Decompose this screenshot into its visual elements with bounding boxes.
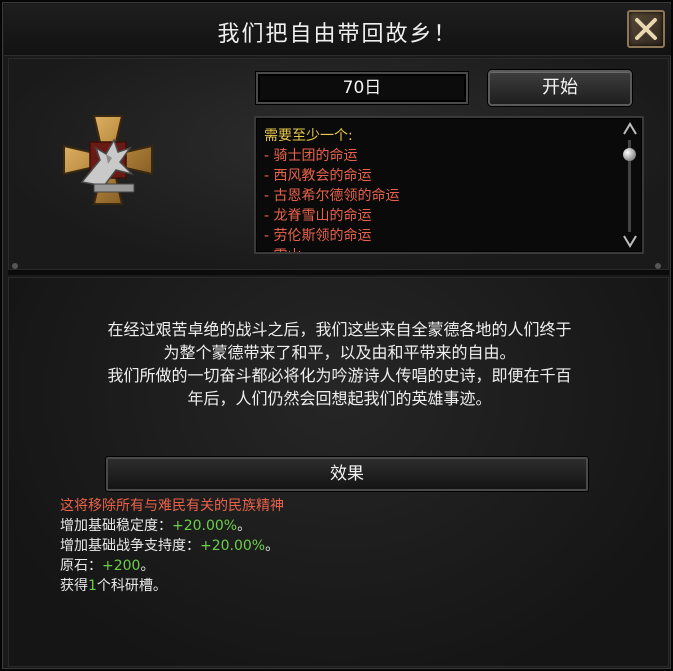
requirements-list: 需要至少一个: - 骑士团的命运 - 西风教会的命运 - 古恩希尔德领的命运 -… bbox=[264, 126, 400, 252]
requirement-item: - 古恩希尔德领的命运 bbox=[264, 188, 400, 204]
requirements-heading: 需要至少一个: bbox=[264, 128, 353, 144]
requirement-item: - 龙脊雪山的命运 bbox=[264, 208, 372, 224]
rivet-right bbox=[655, 263, 661, 269]
description-line: 在经过艰苦卓绝的战斗之后，我们这些来自全蒙德各地的人们终于 bbox=[107, 320, 572, 339]
requirement-item: - 骑士团的命运 bbox=[264, 148, 358, 164]
effect-end-mark: 。 bbox=[265, 538, 280, 554]
close-icon bbox=[635, 18, 657, 40]
effect-value: +20.00% bbox=[172, 518, 238, 534]
scrollbar-thumb[interactable] bbox=[623, 148, 636, 161]
effect-label: 获得 bbox=[60, 578, 88, 594]
effect-primogem: 原石：+200。 bbox=[60, 556, 284, 576]
focus-description: 在经过艰苦卓绝的战斗之后，我们这些来自全蒙德各地的人们终于 为整个蒙德带来了和平… bbox=[47, 318, 632, 410]
description-line: 我们所做的一切奋斗都必将化为吟游诗人传唱的史诗，即便在千百 bbox=[107, 366, 572, 385]
effect-remove-spirit: 这将移除所有与难民有关的民族精神 bbox=[60, 498, 284, 514]
requirement-item: - 西风教会的命运 bbox=[264, 168, 372, 184]
effect-stability: 增加基础稳定度：+20.00%。 bbox=[60, 516, 284, 536]
panel-divider bbox=[8, 270, 669, 275]
close-button[interactable] bbox=[627, 10, 665, 48]
effect-label: 增加基础战争支持度： bbox=[60, 538, 200, 554]
requirement-item: - 雪山... bbox=[264, 246, 400, 252]
effect-value: +200 bbox=[102, 558, 141, 574]
effect-end-mark: 。 bbox=[140, 558, 155, 574]
effect-label: 个科研槽。 bbox=[96, 578, 167, 594]
start-button[interactable]: 开始 bbox=[488, 70, 632, 106]
eagle-cross-emblem-icon bbox=[60, 112, 156, 208]
effects-list: 这将移除所有与难民有关的民族精神 增加基础稳定度：+20.00%。 增加基础战争… bbox=[60, 496, 284, 596]
scroll-up-arrow-icon[interactable] bbox=[622, 122, 638, 136]
description-line: 为整个蒙德带来了和平，以及由和平带来的自由。 bbox=[163, 343, 516, 362]
effect-research-slot: 获得1个科研槽。 bbox=[60, 576, 284, 596]
duration-display: 70日 bbox=[256, 72, 468, 104]
effect-value: +20.00% bbox=[200, 538, 266, 554]
effects-header: 效果 bbox=[106, 457, 588, 491]
effect-label: 原石： bbox=[60, 558, 102, 574]
rivet-left bbox=[12, 263, 18, 269]
effect-end-mark: 。 bbox=[237, 518, 252, 534]
effect-war-support: 增加基础战争支持度：+20.00%。 bbox=[60, 536, 284, 556]
focus-dialog: 我们把自由带回故乡！ 70日 开始 需要至少一个: - 骑士团的命运 - 西风教… bbox=[0, 0, 673, 671]
dialog-title: 我们把自由带回故乡！ bbox=[217, 22, 458, 47]
description-line: 年后，人们仍然会回想起我们的英雄事迹。 bbox=[187, 389, 492, 408]
scroll-down-arrow-icon[interactable] bbox=[622, 234, 638, 248]
effect-value: 1 bbox=[88, 578, 97, 594]
requirement-item: - 劳伦斯领的命运 bbox=[264, 228, 372, 244]
effect-label: 增加基础稳定度： bbox=[60, 518, 172, 534]
requirements-box: 需要至少一个: - 骑士团的命运 - 西风教会的命运 - 古恩希尔德领的命运 -… bbox=[254, 116, 644, 254]
title-bar: 我们把自由带回故乡！ bbox=[4, 4, 671, 56]
